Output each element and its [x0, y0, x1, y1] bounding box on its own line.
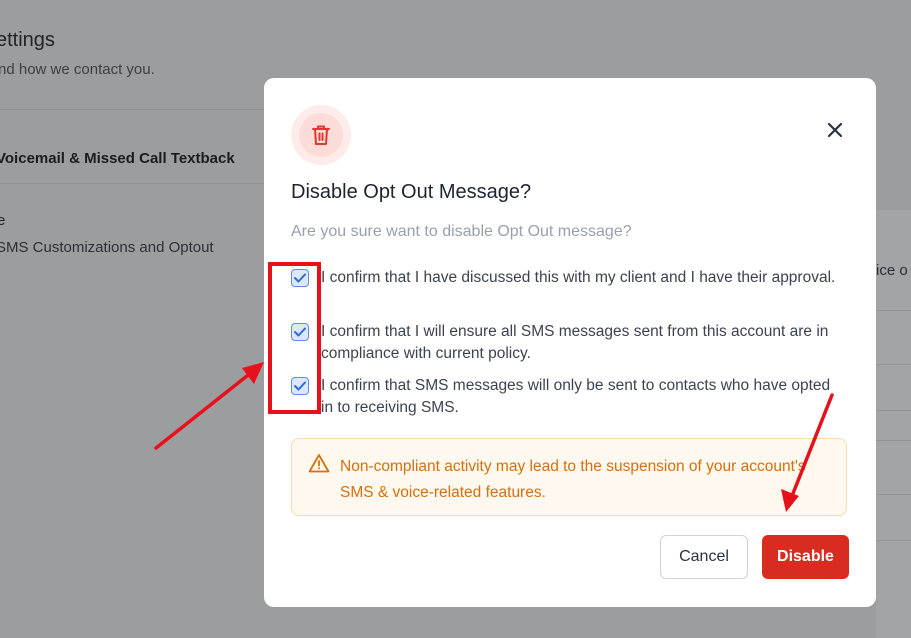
divider: [876, 494, 911, 495]
divider: [876, 310, 911, 311]
divider: [876, 540, 911, 541]
settings-item-title: e: [0, 212, 6, 229]
divider: [876, 364, 911, 365]
warning-text: Non-compliant activity may lead to the s…: [340, 458, 806, 501]
trash-icon-badge: [291, 105, 351, 165]
disable-button[interactable]: Disable: [762, 535, 849, 579]
checkbox-label: I confirm that I have discussed this wit…: [321, 269, 836, 286]
checkbox-highlight-box: [268, 262, 321, 414]
checkbox-label: I confirm that SMS messages will only be…: [321, 377, 831, 416]
divider: [876, 410, 911, 411]
close-icon: [827, 122, 843, 138]
page-title: ettings: [0, 29, 55, 51]
disable-opt-out-dialog: Disable Opt Out Message? Are you sure wa…: [264, 78, 876, 607]
trash-icon: [312, 125, 330, 145]
page-subtitle: nd how we contact you.: [0, 61, 155, 78]
divider: [0, 183, 270, 184]
warning-triangle-icon: [308, 454, 330, 473]
section-label: Voicemail & Missed Call Textback: [0, 150, 235, 167]
close-button[interactable]: [824, 119, 846, 141]
divider: [876, 440, 911, 441]
divider: [0, 109, 270, 110]
settings-item-subtitle: SMS Customizations and Optout: [0, 239, 214, 256]
right-panel-text: ice o: [876, 262, 908, 279]
dialog-title: Disable Opt Out Message?: [291, 181, 532, 203]
cancel-button[interactable]: Cancel: [660, 535, 748, 579]
dialog-description: Are you sure want to disable Opt Out mes…: [291, 223, 632, 240]
checkbox-label: I confirm that I will ensure all SMS mes…: [321, 323, 829, 362]
warning-alert: Non-compliant activity may lead to the s…: [291, 438, 847, 516]
